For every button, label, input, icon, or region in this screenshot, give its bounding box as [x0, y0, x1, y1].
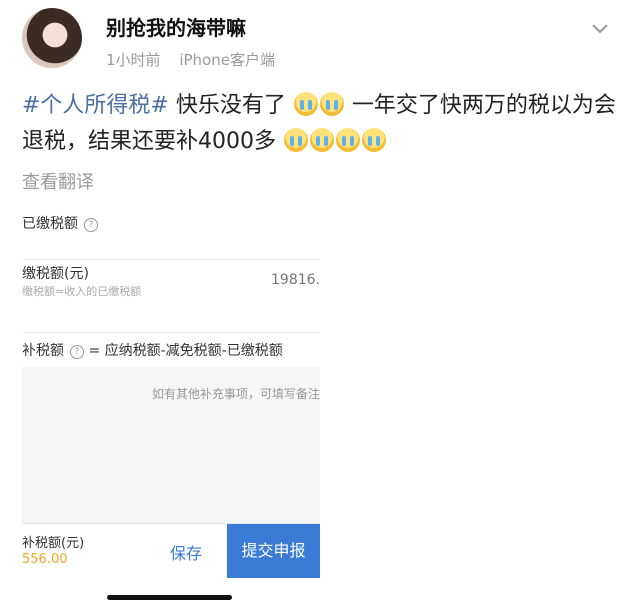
embedded-screenshot[interactable]: 已缴税额? 缴税额(元) 缴税额=收入的已缴税额 19816. 补税额? = 应…: [22, 205, 320, 600]
supplement-title: 补税额: [22, 343, 64, 359]
due-label: 补税额(元): [22, 536, 85, 551]
notes-textarea[interactable]: 如有其他补充事项，可填写备注: [22, 367, 320, 525]
post-text: #个人所得税# 快乐没有了 一年交了快两万的税以为会退税，结果还要补4000多: [22, 88, 622, 160]
crying-face-icon: [336, 128, 360, 152]
post-source: iPhone客户端: [179, 51, 275, 69]
supplement-tax-row: 补税额? = 应纳税额-减免税额-已缴税额: [22, 332, 320, 360]
crying-face-icon: [310, 128, 334, 152]
paid-tax-note: 缴税额=收入的已缴税额: [22, 285, 142, 298]
paid-tax-section-title: 已缴税额?: [22, 213, 98, 233]
crying-face-icon: [362, 128, 386, 152]
crying-face-icon: [319, 92, 344, 116]
notes-placeholder: 如有其他补充事项，可填写备注: [151, 387, 320, 401]
supplement-formula: = 应纳税额-减免税额-已缴税额: [88, 343, 283, 359]
post-time: 1小时前: [106, 51, 161, 69]
paid-tax-label: 缴税额(元): [22, 266, 89, 282]
save-button[interactable]: 保存: [170, 540, 202, 564]
translate-link[interactable]: 查看翻译: [22, 168, 94, 194]
hashtag-link[interactable]: #个人所得税#: [22, 93, 169, 118]
crying-face-icon: [293, 92, 318, 116]
help-icon: ?: [84, 218, 98, 232]
username[interactable]: 别抢我的海带嘛: [106, 12, 246, 41]
avatar[interactable]: [22, 8, 82, 68]
due-value: 556.00: [22, 552, 68, 567]
post-meta: 1小时前 iPhone客户端: [106, 49, 289, 70]
crying-face-icon: [284, 128, 308, 152]
help-icon: ?: [70, 345, 84, 359]
paid-tax-title: 已缴税额: [22, 216, 78, 232]
bottom-bar: 补税额(元) 556.00 保存 提交申报: [22, 523, 320, 578]
chevron-down-icon[interactable]: [590, 18, 610, 38]
paid-tax-value: 19816.: [271, 272, 320, 288]
home-indicator: [107, 595, 232, 600]
paid-tax-row: 缴税额(元) 缴税额=收入的已缴税额 19816.: [22, 259, 320, 302]
submit-button[interactable]: 提交申报: [227, 524, 320, 578]
post-text-part-1: 快乐没有了: [175, 93, 286, 118]
